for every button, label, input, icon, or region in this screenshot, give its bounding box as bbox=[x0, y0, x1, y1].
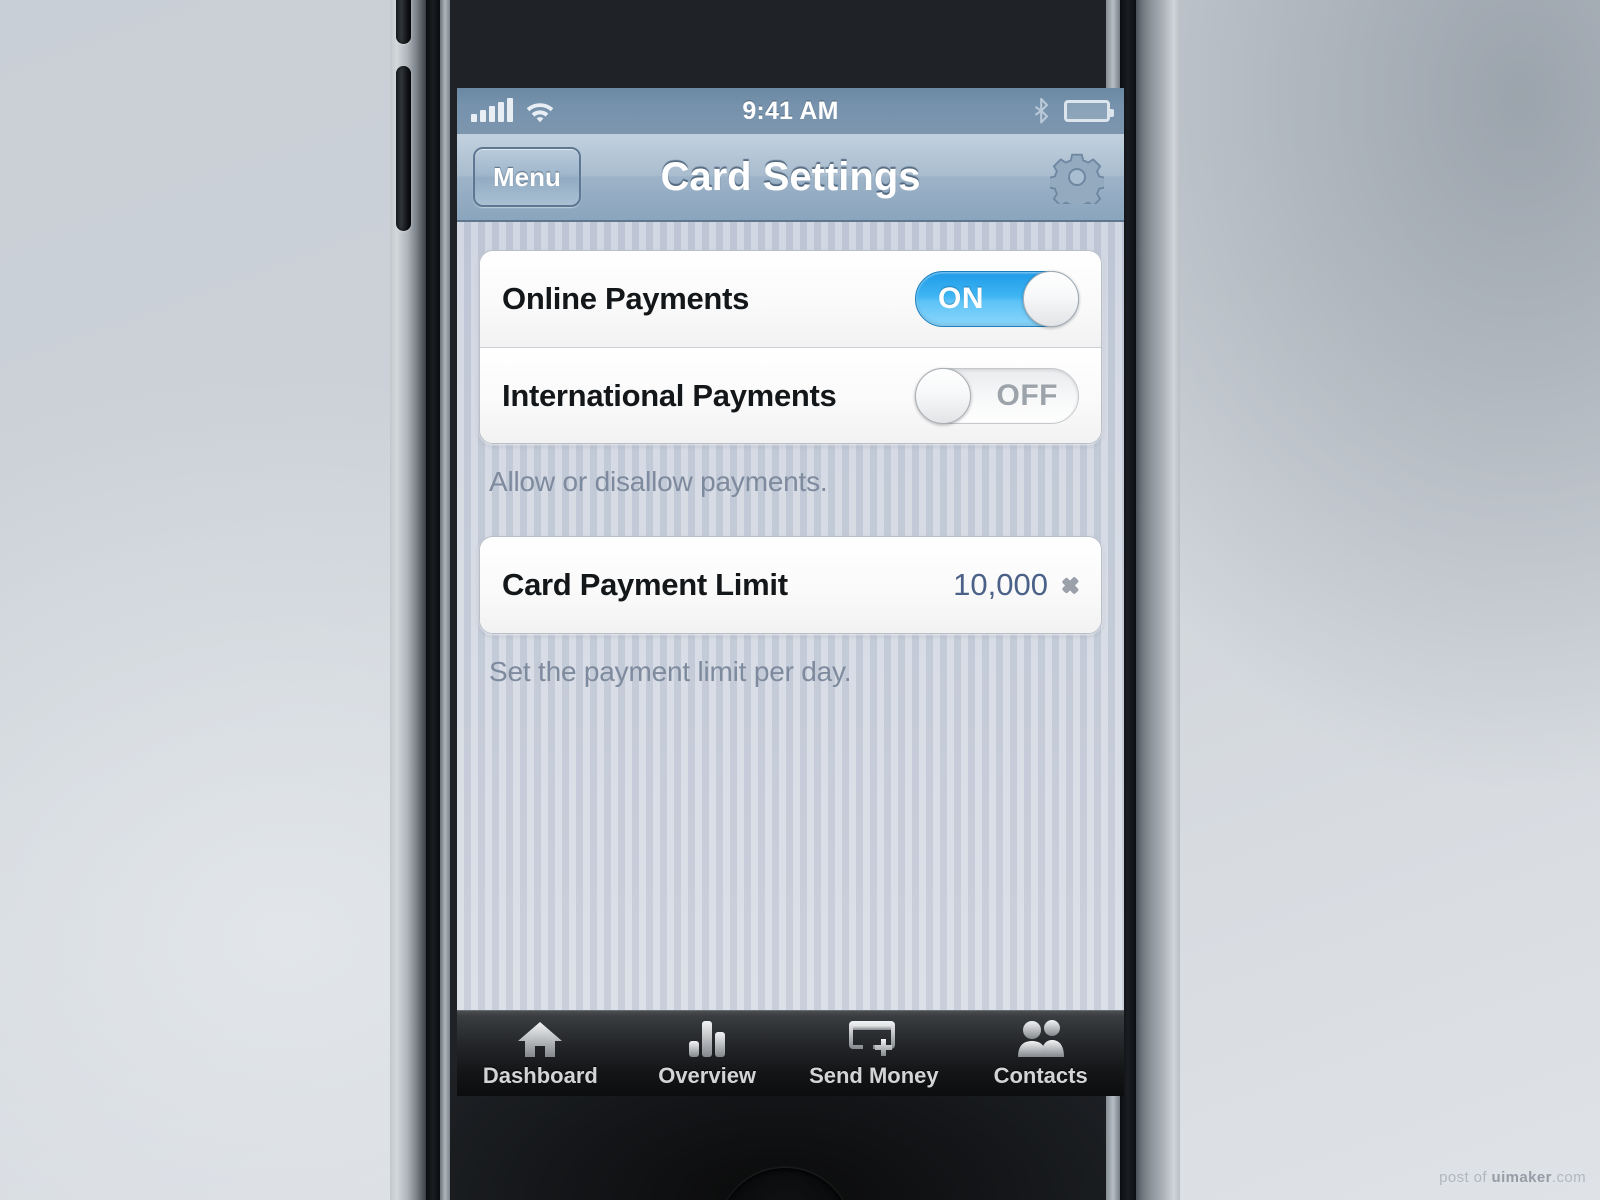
phone-left-metal-band bbox=[390, 0, 426, 1200]
people-icon bbox=[1013, 1017, 1069, 1059]
tab-bar: Dashboard Overview Send Money Contacts bbox=[457, 1010, 1124, 1096]
home-icon bbox=[516, 1017, 564, 1059]
toggle-knob bbox=[1023, 271, 1079, 327]
watermark-brand: uimaker bbox=[1491, 1169, 1552, 1186]
watermark-suffix: .com bbox=[1551, 1169, 1586, 1186]
settings-gear-button[interactable] bbox=[1046, 146, 1108, 208]
tab-label-overview: Overview bbox=[658, 1063, 757, 1088]
international-payments-toggle-state: OFF bbox=[996, 378, 1058, 412]
volume-down-button[interactable] bbox=[396, 66, 411, 231]
tab-overview[interactable]: Overview bbox=[624, 1017, 791, 1089]
online-payments-toggle-state: ON bbox=[938, 282, 984, 315]
battery-icon bbox=[1064, 100, 1114, 122]
tab-send-money[interactable]: Send Money bbox=[791, 1017, 958, 1089]
status-bar: 9:41 AM bbox=[457, 88, 1124, 134]
row-online-payments[interactable]: Online Payments ON bbox=[480, 251, 1101, 347]
payments-footnote: Allow or disallow payments. bbox=[489, 466, 828, 497]
online-payments-label: Online Payments bbox=[502, 281, 750, 316]
gear-icon bbox=[1050, 153, 1104, 204]
tab-contacts[interactable]: Contacts bbox=[957, 1017, 1124, 1089]
phone-screen: 9:41 AM Menu Card Settings Online Paymen… bbox=[457, 88, 1124, 1096]
watermark-prefix: post of bbox=[1439, 1169, 1492, 1186]
payments-settings-group: Online Payments ON International Payment… bbox=[479, 250, 1102, 444]
phone-right-metal-band bbox=[1136, 0, 1180, 1200]
international-payments-label: International Payments bbox=[502, 377, 837, 413]
online-payments-toggle[interactable]: ON bbox=[915, 271, 1079, 327]
chevron-right-icon bbox=[1064, 572, 1079, 598]
tab-label-contacts: Contacts bbox=[993, 1063, 1088, 1088]
volume-up-button[interactable] bbox=[396, 0, 411, 44]
watermark: post of uimaker.com bbox=[1439, 1169, 1586, 1186]
menu-back-button[interactable]: Menu bbox=[473, 147, 581, 207]
phone-left-chrome bbox=[440, 0, 450, 1200]
card-payment-limit-label: Card Payment Limit bbox=[502, 567, 788, 602]
card-payment-limit-value: 10,000 bbox=[953, 567, 1048, 602]
screenshot-stage: 9:41 AM Menu Card Settings Online Paymen… bbox=[0, 0, 1600, 1200]
limit-settings-group: Card Payment Limit 10,000 bbox=[479, 536, 1102, 634]
bar-chart-icon bbox=[685, 1017, 729, 1059]
row-international-payments[interactable]: International Payments OFF bbox=[480, 347, 1101, 443]
tab-dashboard[interactable]: Dashboard bbox=[457, 1017, 624, 1089]
settings-content: Online Payments ON International Payment… bbox=[457, 222, 1124, 1010]
international-payments-toggle[interactable]: OFF bbox=[915, 367, 1079, 424]
tab-label-dashboard: Dashboard bbox=[482, 1063, 598, 1088]
phone-left-bezel-gap bbox=[426, 0, 440, 1200]
status-bar-time: 9:41 AM bbox=[742, 96, 839, 125]
tab-label-send-money: Send Money bbox=[809, 1063, 939, 1088]
navigation-bar: Menu Card Settings bbox=[457, 134, 1124, 222]
toggle-knob bbox=[915, 367, 971, 424]
limit-footnote: Set the payment limit per day. bbox=[489, 656, 852, 687]
credit-card-plus-icon bbox=[847, 1017, 901, 1059]
menu-button-label: Menu bbox=[493, 161, 561, 192]
row-card-payment-limit[interactable]: Card Payment Limit 10,000 bbox=[480, 537, 1101, 633]
